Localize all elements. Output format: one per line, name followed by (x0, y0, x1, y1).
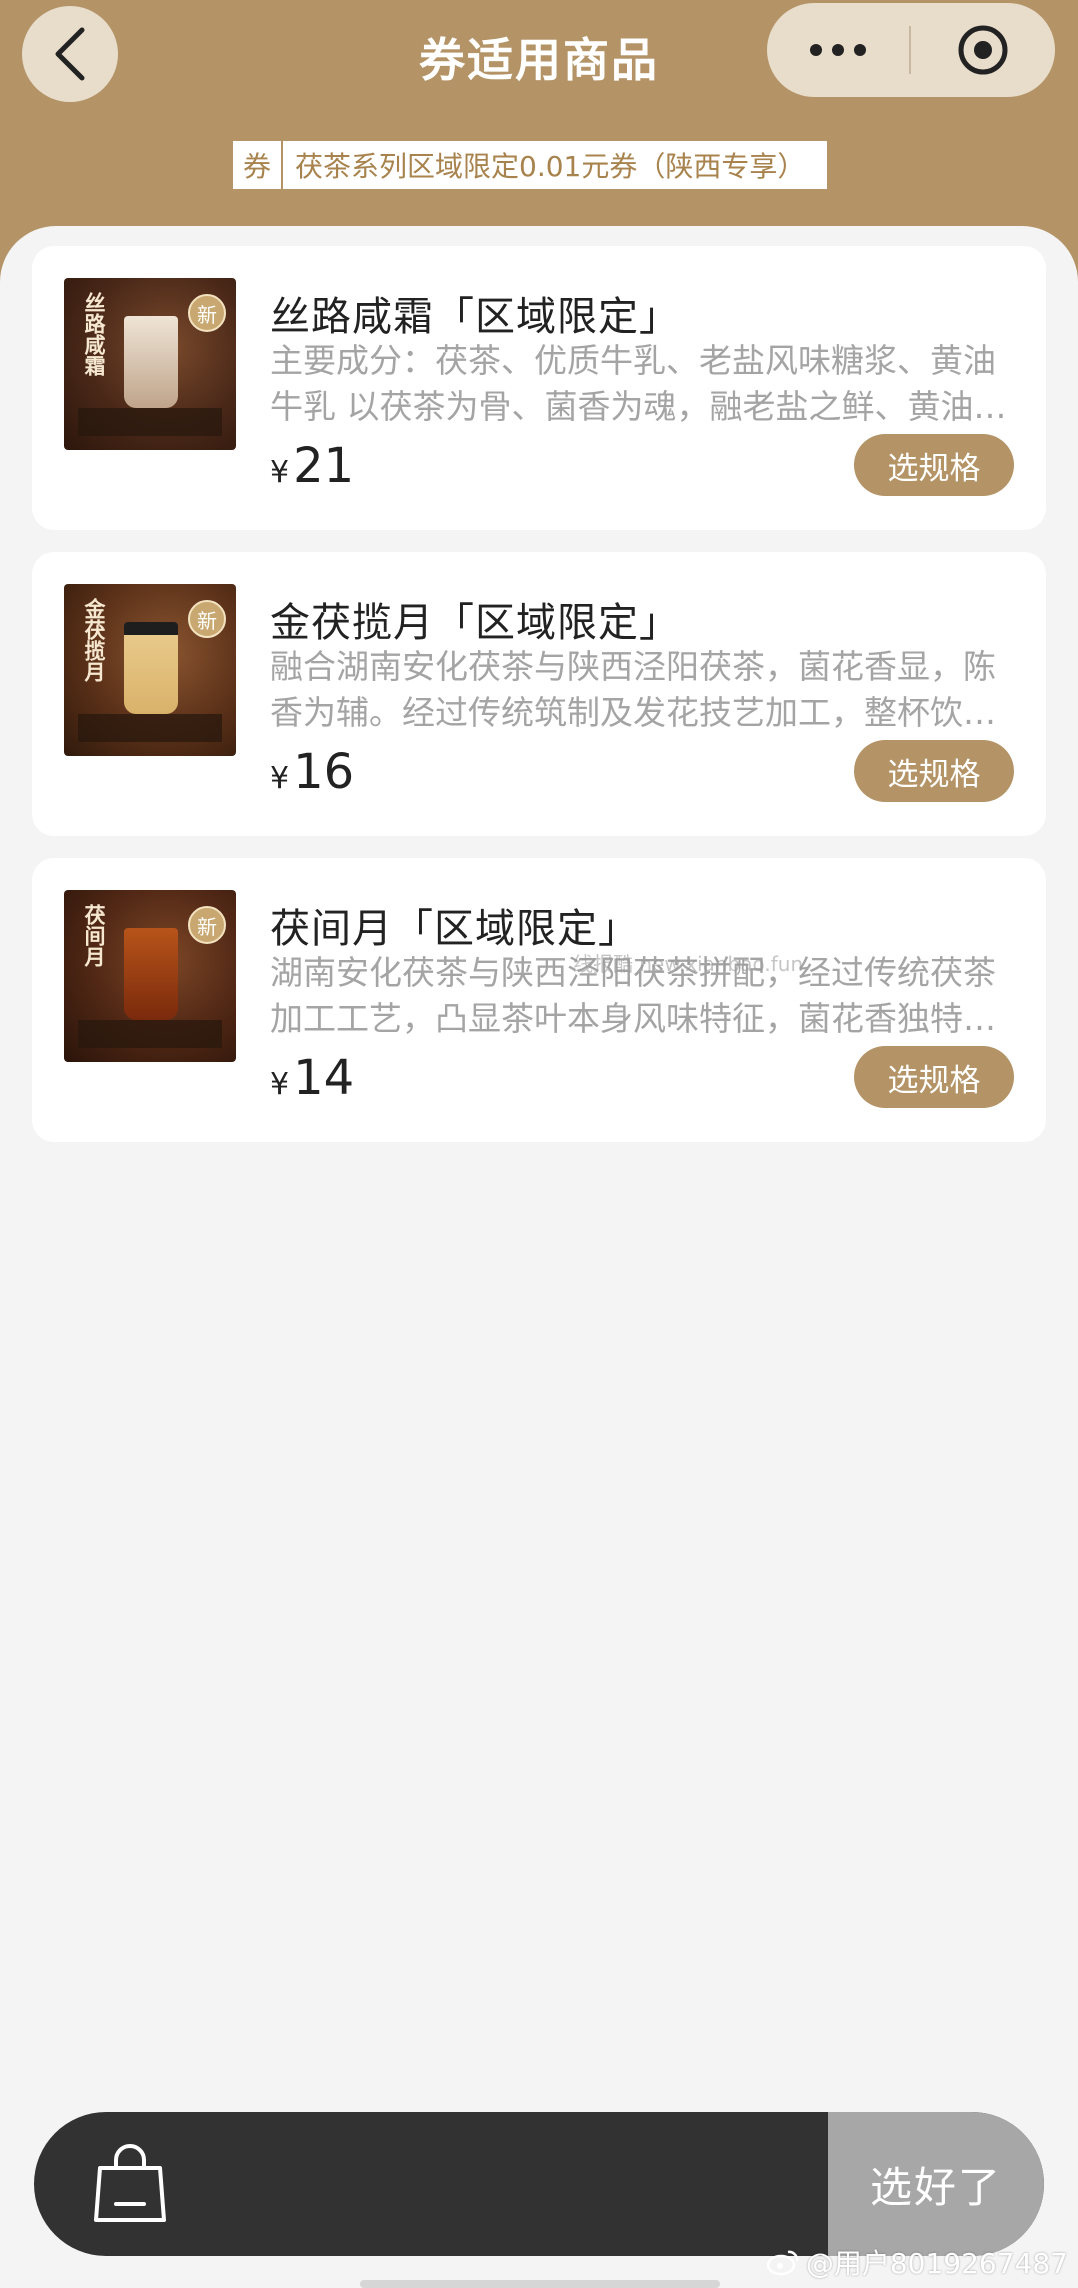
shopping-bag-icon[interactable] (90, 2142, 170, 2226)
coupon-tag: 券 茯茶系列区域限定0.01元券（陕西专享） (233, 141, 828, 189)
product-card[interactable]: 丝路咸霜 新 丝路咸霜「区域限定」 主要成分：茯茶、优质牛乳、老盐风味糖浆、黄油… (32, 246, 1046, 530)
currency-symbol: ¥ (270, 455, 290, 490)
new-badge: 新 (188, 294, 226, 332)
currency-symbol: ¥ (270, 761, 290, 796)
product-card[interactable]: 茯间月 新 茯间月「区域限定」 湖南安化茯茶与陕西泾阳茯茶拼配，经过传统茯茶加工… (32, 858, 1046, 1142)
product-thumbnail: 金茯揽月 新 (64, 584, 236, 756)
thumbnail-title: 金茯揽月 (82, 598, 107, 682)
thumbnail-title: 丝路咸霜 (82, 292, 107, 376)
product-card[interactable]: 金茯揽月 新 金茯揽月「区域限定」 融合湖南安化茯茶与陕西泾阳茯茶，菌花香显，陈… (32, 552, 1046, 836)
confirm-selection-button[interactable]: 选好了 (828, 2112, 1044, 2256)
mini-program-capsule (767, 3, 1055, 97)
coupon-tag-text: 茯茶系列区域限定0.01元券（陕西专享） (295, 150, 806, 183)
home-indicator (360, 2280, 720, 2288)
product-name: 茯间月「区域限定」 (270, 906, 639, 952)
more-icon[interactable] (767, 3, 909, 97)
watermark-username: @用户8019267487 (805, 2247, 1068, 2280)
product-price: ¥ 21 (270, 438, 354, 494)
price-value: 14 (293, 1050, 355, 1106)
select-spec-button[interactable]: 选规格 (854, 434, 1014, 496)
watermark-text: 线报酷 new.xianbao.fun (573, 952, 804, 976)
new-badge: 新 (188, 906, 226, 944)
close-target-icon[interactable] (911, 3, 1055, 97)
currency-symbol: ¥ (270, 1067, 290, 1102)
weibo-logo-icon (766, 2250, 799, 2276)
weibo-watermark: @用户8019267487 (766, 2242, 1068, 2282)
coupon-tag-prefix: 券 (233, 141, 283, 189)
cart-bar: 选好了 (34, 2112, 1044, 2256)
thumbnail-title: 茯间月 (82, 904, 107, 967)
product-list: 丝路咸霜 新 丝路咸霜「区域限定」 主要成分：茯茶、优质牛乳、老盐风味糖浆、黄油… (0, 226, 1078, 2288)
product-thumbnail: 丝路咸霜 新 (64, 278, 236, 450)
select-spec-button[interactable]: 选规格 (854, 1046, 1014, 1108)
select-spec-button[interactable]: 选规格 (854, 740, 1014, 802)
product-name: 丝路咸霜「区域限定」 (270, 294, 680, 340)
product-price: ¥ 16 (270, 744, 354, 800)
product-thumbnail: 茯间月 新 (64, 890, 236, 1062)
product-description: 主要成分：茯茶、优质牛乳、老盐风味糖浆、黄油牛乳 以茯茶为骨、菌香为魂，融老盐之… (270, 341, 1007, 426)
product-description: 融合湖南安化茯茶与陕西泾阳茯茶，菌花香显，陈香为辅。经过传统筑制及发花技艺加工，… (270, 647, 996, 732)
product-price: ¥ 14 (270, 1050, 354, 1106)
product-name: 金茯揽月「区域限定」 (270, 600, 680, 646)
price-value: 16 (293, 744, 355, 800)
price-value: 21 (293, 438, 355, 494)
new-badge: 新 (188, 600, 226, 638)
